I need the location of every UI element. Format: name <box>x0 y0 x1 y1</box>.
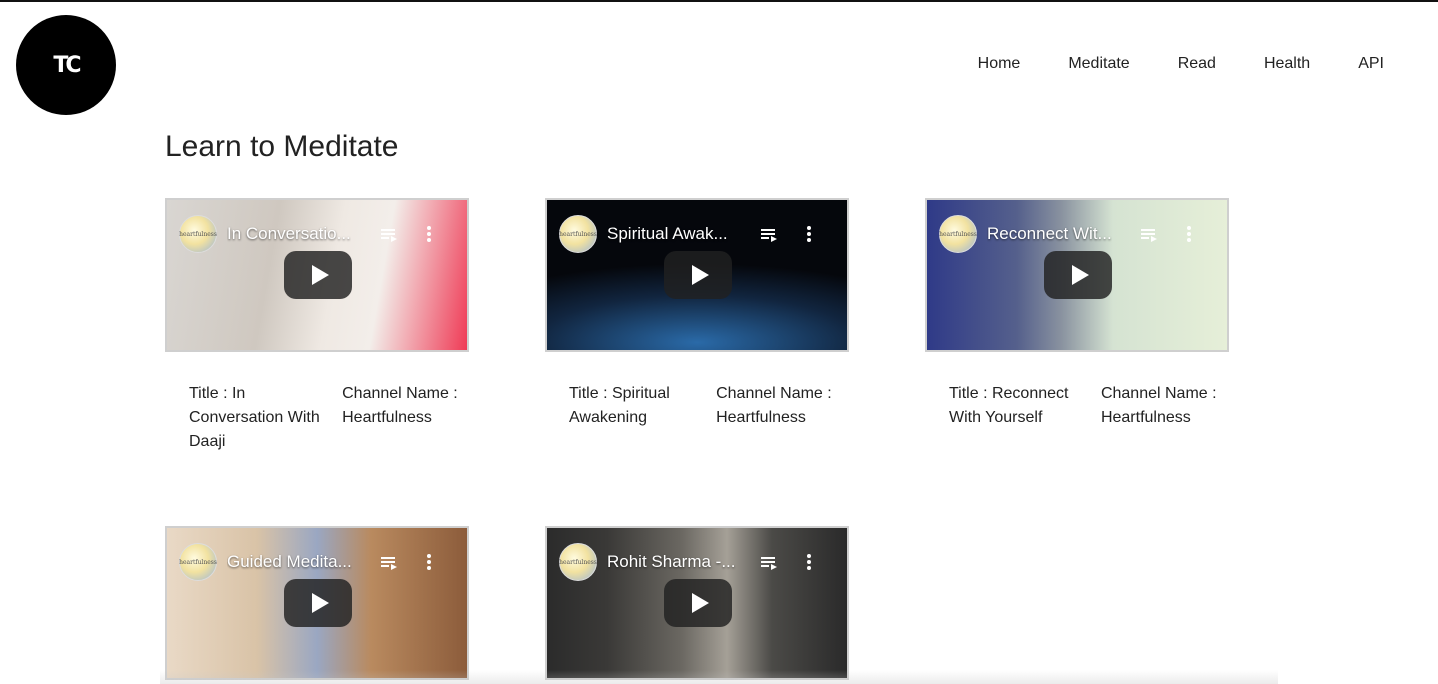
playlist-icon[interactable] <box>381 555 397 570</box>
channel-avatar[interactable]: heartfulness <box>939 215 977 253</box>
more-options-icon[interactable] <box>807 554 811 570</box>
main-nav: Home Meditate Read Health API <box>978 55 1384 73</box>
video-embed[interactable]: heartfulness In Conversatio... <box>165 198 469 352</box>
play-button[interactable] <box>664 579 732 627</box>
playlist-icon[interactable] <box>761 227 777 242</box>
logo-text: TC <box>53 52 81 78</box>
channel-avatar[interactable]: heartfulness <box>179 215 217 253</box>
video-header: heartfulness Rohit Sharma -... <box>559 543 835 581</box>
video-header: heartfulness Guided Medita... <box>179 543 455 581</box>
video-header: heartfulness Spiritual Awak... <box>559 215 835 253</box>
video-overlay-title[interactable]: Rohit Sharma -... <box>607 552 736 572</box>
playlist-icon[interactable] <box>381 227 397 242</box>
video-card: heartfulness Guided Medita... <box>165 526 469 680</box>
video-title: Title : Spiritual Awakening <box>569 385 670 426</box>
play-icon <box>691 265 709 285</box>
nav-health[interactable]: Health <box>1264 55 1310 73</box>
play-button[interactable] <box>664 251 732 299</box>
video-overlay-title[interactable]: Spiritual Awak... <box>607 224 728 244</box>
more-options-icon[interactable] <box>807 226 811 242</box>
channel-avatar[interactable]: heartfulness <box>559 215 597 253</box>
video-card: heartfulness Reconnect Wit... Title : Re… <box>925 198 1229 430</box>
play-icon <box>1071 265 1089 285</box>
page-title: Learn to Meditate <box>165 130 399 163</box>
site-logo[interactable]: TC <box>16 15 116 115</box>
play-icon <box>691 593 709 613</box>
play-icon <box>311 265 329 285</box>
nav-home[interactable]: Home <box>978 55 1021 73</box>
channel-avatar[interactable]: heartfulness <box>559 543 597 581</box>
video-meta: Title : Reconnect With Yourself Channel … <box>925 382 1229 430</box>
nav-meditate[interactable]: Meditate <box>1068 55 1129 73</box>
play-icon <box>311 593 329 613</box>
playlist-icon[interactable] <box>1141 227 1157 242</box>
more-options-icon[interactable] <box>1187 226 1191 242</box>
video-card: heartfulness Spiritual Awak... Title : S… <box>545 198 849 430</box>
video-embed[interactable]: heartfulness Rohit Sharma -... <box>545 526 849 680</box>
play-button[interactable] <box>284 251 352 299</box>
video-card: heartfulness In Conversatio... Title : I… <box>165 198 469 454</box>
channel-name: Channel Name : Heartfulness <box>1100 385 1217 426</box>
video-card: heartfulness Rohit Sharma -... <box>545 526 849 680</box>
channel-name: Channel Name : Heartfulness <box>342 385 458 426</box>
more-options-icon[interactable] <box>427 226 431 242</box>
channel-avatar[interactable]: heartfulness <box>179 543 217 581</box>
video-overlay-title[interactable]: Reconnect Wit... <box>987 224 1112 244</box>
video-overlay-title[interactable]: Guided Medita... <box>227 552 352 572</box>
video-header: heartfulness In Conversatio... <box>179 215 455 253</box>
playlist-icon[interactable] <box>761 555 777 570</box>
video-meta: Title : In Conversation With Daaji Chann… <box>165 382 469 454</box>
video-overlay-title[interactable]: In Conversatio... <box>227 224 351 244</box>
play-button[interactable] <box>284 579 352 627</box>
play-button[interactable] <box>1044 251 1112 299</box>
video-meta: Title : Spiritual Awakening Channel Name… <box>545 382 849 430</box>
nav-api[interactable]: API <box>1358 55 1384 73</box>
channel-name: Channel Name : Heartfulness <box>716 385 832 426</box>
nav-read[interactable]: Read <box>1178 55 1216 73</box>
video-embed[interactable]: heartfulness Guided Medita... <box>165 526 469 680</box>
more-options-icon[interactable] <box>427 554 431 570</box>
video-header: heartfulness Reconnect Wit... <box>939 215 1215 253</box>
video-title: Title : In Conversation With Daaji <box>189 385 320 450</box>
video-title: Title : Reconnect With Yourself <box>949 385 1069 426</box>
video-embed[interactable]: heartfulness Reconnect Wit... <box>925 198 1229 352</box>
video-embed[interactable]: heartfulness Spiritual Awak... <box>545 198 849 352</box>
top-border <box>0 0 1438 2</box>
scroll-shadow <box>160 670 1278 684</box>
